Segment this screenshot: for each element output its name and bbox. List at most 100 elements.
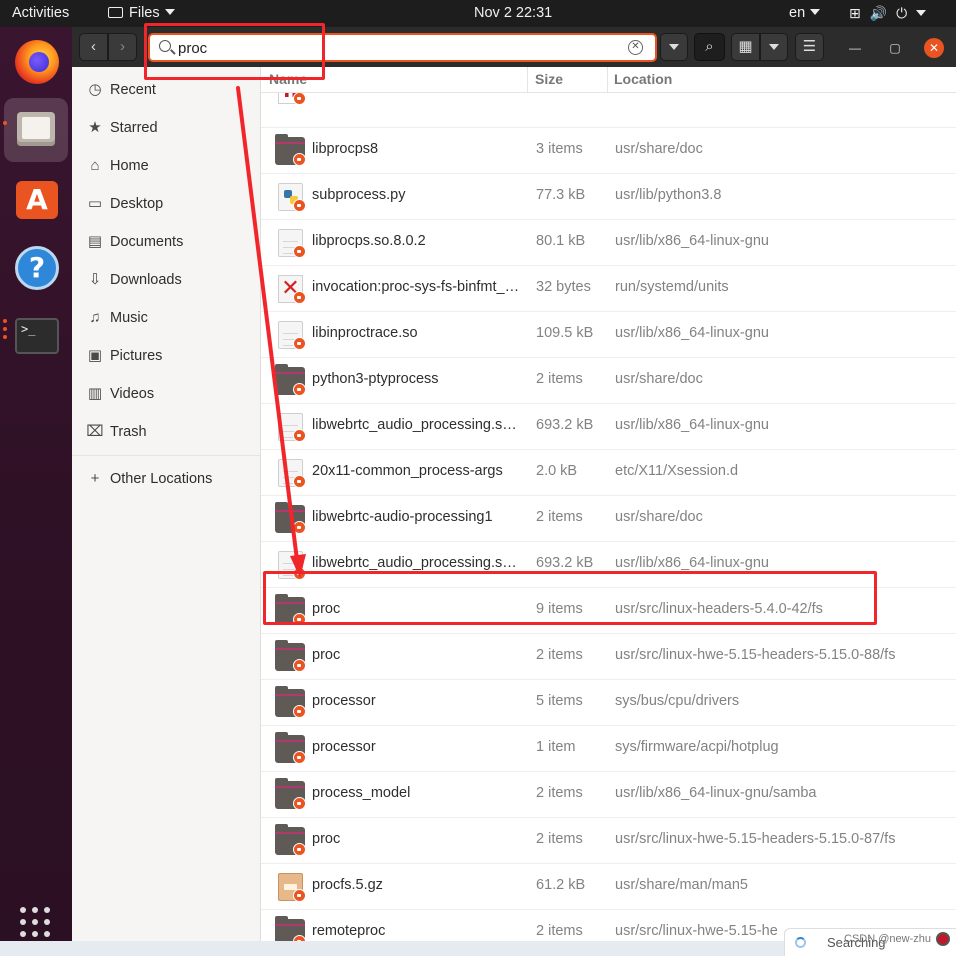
file-size: 9 items <box>536 601 583 617</box>
show-applications-icon[interactable] <box>20 907 52 939</box>
lock-icon <box>293 567 306 580</box>
sidebar-item-music[interactable]: ♫ Music <box>72 301 260 335</box>
hamburger-menu-button[interactable]: ☰ <box>795 33 824 61</box>
search-icon <box>159 40 171 52</box>
file-row[interactable]: procfs.5.gz 61.2 kB usr/share/man/man5 <box>261 864 956 910</box>
file-row[interactable]: process_model 2 items usr/lib/x86_64-linux… <box>261 772 956 818</box>
app-menu-label: Files <box>129 5 160 21</box>
column-location[interactable]: Location <box>614 71 672 87</box>
grid-view-button[interactable]: ▦ <box>731 33 760 61</box>
file-name: python3-ptyprocess <box>312 371 439 387</box>
dock-firefox[interactable] <box>4 31 68 95</box>
lock-icon <box>293 797 306 810</box>
file-row[interactable]: processor 1 item sys/firmware/acpi/hotplug <box>261 726 956 772</box>
chevron-down-icon <box>916 10 927 16</box>
sidebar-item-starred[interactable]: ★ Starred <box>72 111 260 145</box>
sidebar-item-videos[interactable]: ▥ Videos <box>72 377 260 411</box>
clock[interactable]: Nov 2 22:31 <box>474 0 552 27</box>
sidebar-item-recent[interactable]: ◷ Recent <box>72 73 260 107</box>
star-icon: ★ <box>88 119 102 136</box>
file-location: usr/lib/x86_64-linux-gnu/samba <box>615 785 817 801</box>
power-icon: ⏻ <box>896 5 908 21</box>
sidebar-item-label: Documents <box>110 234 184 250</box>
sidebar-item-label: Recent <box>110 82 156 98</box>
file-location: run/systemd/units <box>615 279 729 295</box>
file-row[interactable]: proc 2 items usr/src/linux-hwe-5.15-header… <box>261 818 956 864</box>
sidebar: ◷ Recent ★ Starred ⌂ Home ▭ Desktop ▤ Documen… <box>72 67 261 956</box>
forward-button[interactable]: › <box>108 33 137 61</box>
file-row[interactable]: libinproctrace.so 109.5 kB usr/lib/x86_64-… <box>261 312 956 358</box>
sidebar-item-label: Other Locations <box>110 471 213 487</box>
language-indicator[interactable]: en <box>789 0 821 27</box>
column-name[interactable]: Name <box>269 71 307 87</box>
video-icon: ▥ <box>87 385 103 402</box>
lock-icon <box>293 889 306 902</box>
file-location: usr/lib/x86_64-linux-gnu <box>615 325 769 341</box>
file-name: proc <box>312 647 341 663</box>
spinner-icon <box>795 937 806 948</box>
sidebar-item-documents[interactable]: ▤ Documents <box>72 225 260 259</box>
file-row[interactable]: python3-ptyprocess 2 items usr/share/doc <box>261 358 956 404</box>
sidebar-item-other-locations[interactable]: + Other Locations <box>72 462 260 496</box>
dock-help[interactable]: ? <box>4 235 68 299</box>
file-row[interactable]: processor 5 items sys/bus/cpu/drivers <box>261 680 956 726</box>
system-menu[interactable]: ⊞ 🔊 ⏻ <box>849 0 935 27</box>
lock-icon <box>293 92 306 105</box>
file-row[interactable]: libprocps.so.8.0.2 80.1 kB usr/lib/x86_64-… <box>261 220 956 266</box>
lock-icon <box>293 705 306 718</box>
running-indicator <box>3 327 7 331</box>
file-size: 2 items <box>536 831 583 847</box>
clear-icon[interactable]: ✕ <box>628 40 643 55</box>
file-row[interactable]: proc 9 items usr/src/linux-headers-5.4.0-4… <box>261 588 956 634</box>
dock-files[interactable] <box>4 98 68 162</box>
file-row[interactable]: libwebrtc-audio-processing1 2 items usr/sh… <box>261 496 956 542</box>
file-row[interactable]: libwebrtc_audio_processing.so.1 693.2 kB u… <box>261 542 956 588</box>
close-button[interactable]: ✕ <box>924 38 944 58</box>
sidebar-item-downloads[interactable]: ⇩ Downloads <box>72 263 260 297</box>
minimize-button[interactable]: — <box>845 38 865 58</box>
file-location: usr/lib/x86_64-linux-gnu <box>615 233 769 249</box>
taskbar-strip <box>0 941 784 956</box>
search-box[interactable]: ✕ <box>148 33 657 62</box>
sidebar-item-label: Starred <box>110 120 158 136</box>
file-location: usr/share/man/man5 <box>615 877 748 893</box>
file-size: 5 items <box>536 693 583 709</box>
dock-terminal[interactable]: >_ <box>4 303 68 367</box>
file-size: 2 items <box>536 647 583 663</box>
lock-icon <box>293 153 306 166</box>
file-size: 32 bytes <box>536 279 591 295</box>
app-menu-files[interactable]: Files <box>108 0 175 27</box>
file-row[interactable]: subprocess.py 77.3 kB usr/lib/python3.8 <box>261 174 956 220</box>
file-row[interactable]: libprocps8 3 items usr/share/doc <box>261 128 956 174</box>
sidebar-item-pictures[interactable]: ▣ Pictures <box>72 339 260 373</box>
file-location: usr/lib/x86_64-linux-gnu <box>615 417 769 433</box>
activities-button[interactable]: Activities <box>12 0 69 27</box>
sidebar-item-trash[interactable]: ⌧ Trash <box>72 415 260 449</box>
sidebar-item-label: Home <box>110 158 149 174</box>
file-row[interactable]: proc 2 items usr/src/linux-hwe-5.15-header… <box>261 634 956 680</box>
search-toggle-button[interactable]: ⌕ <box>694 33 725 61</box>
file-name: libwebrtc_audio_processing.so.1 <box>312 555 520 571</box>
file-name: processor <box>312 739 376 755</box>
search-options-button[interactable] <box>660 33 688 61</box>
back-button[interactable]: ‹ <box>79 33 108 61</box>
file-name: remoteproc <box>312 923 386 939</box>
sidebar-item-label: Desktop <box>110 196 164 212</box>
maximize-button[interactable]: ▢ <box>885 38 905 58</box>
file-row[interactable]: libwebrtc_audio_processing.so.1.0.0 693.2… <box>261 404 956 450</box>
music-icon: ♫ <box>89 309 101 326</box>
sidebar-item-home[interactable]: ⌂ Home <box>72 149 260 183</box>
search-input[interactable] <box>178 37 598 59</box>
software-icon: A <box>16 181 58 219</box>
file-name: libinproctrace.so <box>312 325 418 341</box>
file-row[interactable]: 20x11-common_process-args 2.0 kB etc/X11/X… <box>261 450 956 496</box>
sidebar-item-desktop[interactable]: ▭ Desktop <box>72 187 260 221</box>
view-options-button[interactable] <box>760 33 788 61</box>
column-size[interactable]: Size <box>535 71 563 87</box>
file-row[interactable]: ✕invocation:proc-sys-fs-binfmt_misc.auto… <box>261 266 956 312</box>
file-size: 109.5 kB <box>536 325 594 341</box>
dock-software[interactable]: A <box>4 167 68 231</box>
file-size: 1 item <box>536 739 576 755</box>
file-location: usr/src/linux-hwe-5.15-headers-5.15.0-87… <box>615 831 896 847</box>
file-size: 2 items <box>536 509 583 525</box>
